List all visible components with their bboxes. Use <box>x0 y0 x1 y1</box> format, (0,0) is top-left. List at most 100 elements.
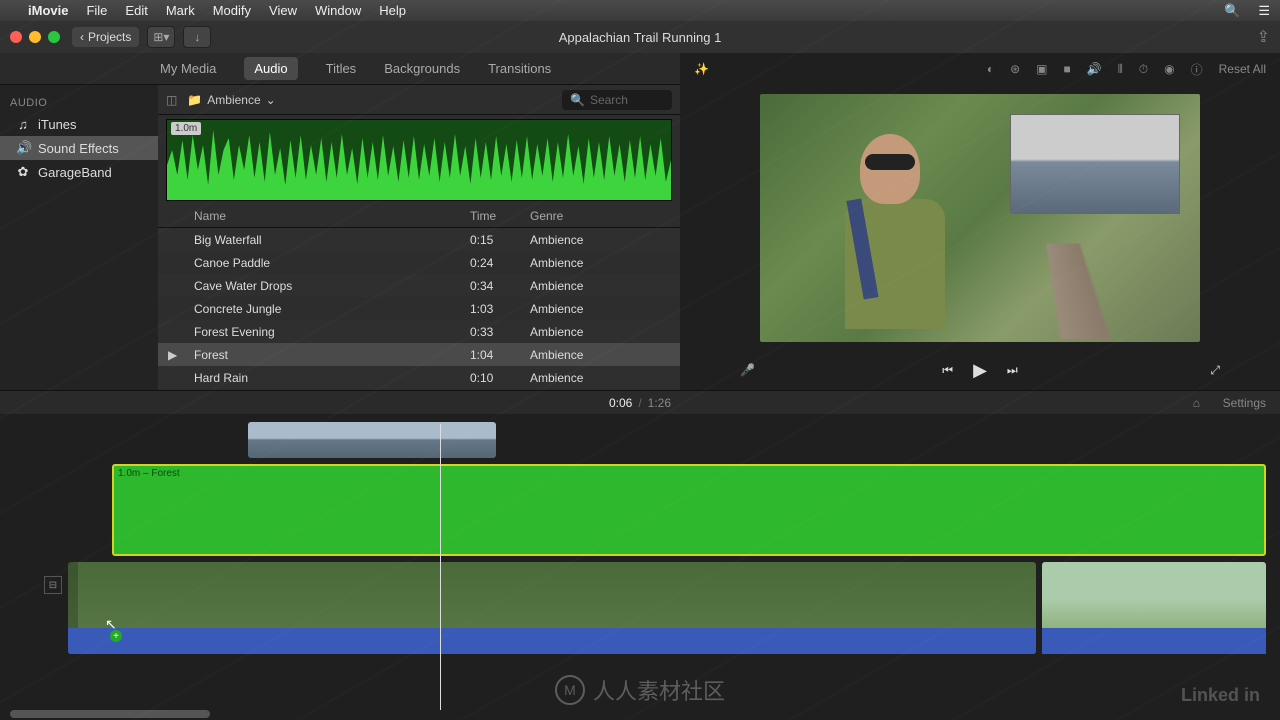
header-genre[interactable]: Genre <box>530 209 650 223</box>
menu-list-icon[interactable]: ☰ <box>1258 3 1270 19</box>
minimize-window-button[interactable] <box>29 31 41 43</box>
play-icon[interactable]: ▶ <box>973 360 987 381</box>
total-time: 1:26 <box>648 396 671 410</box>
table-row[interactable]: Cave Water Drops0:34Ambience <box>158 274 680 297</box>
speed-icon[interactable]: ⏱ <box>1139 62 1148 77</box>
watermark-linkedin: Linked in <box>1181 685 1260 706</box>
viewer-panel: ✨ ◐ ⊛ ▣ ■ 🔊 ⫴ ⏱ ◉ ⓘ Reset All 🎤 ⏮ ▶ ⏭ ⤢ <box>680 53 1280 390</box>
overlay-clip[interactable] <box>248 422 496 458</box>
fullscreen-icon[interactable]: ⤢ <box>1210 363 1220 378</box>
music-note-icon: ♫ <box>16 117 30 132</box>
chevron-left-icon: ‹ <box>80 30 84 44</box>
zoom-indicator-icon[interactable]: ⌂ <box>1193 396 1200 410</box>
info-icon[interactable]: ⓘ <box>1191 61 1203 78</box>
share-icon[interactable]: ⇪ <box>1257 27 1270 47</box>
stabilization-icon[interactable]: ■ <box>1064 62 1071 76</box>
search-icon: 🔍 <box>570 93 585 107</box>
prev-frame-icon[interactable]: ⏮ <box>942 363 953 378</box>
sidebar-item-sound-effects[interactable]: 🔊 Sound Effects <box>0 136 158 160</box>
picture-in-picture-overlay <box>1010 114 1180 214</box>
table-row[interactable]: Forest Evening0:33Ambience <box>158 320 680 343</box>
header-name[interactable]: Name <box>194 209 470 223</box>
import-icon[interactable]: ↓ <box>183 26 211 48</box>
table-row[interactable]: Canoe Paddle0:24Ambience <box>158 251 680 274</box>
menu-edit[interactable]: Edit <box>125 3 147 18</box>
drag-add-indicator: + <box>110 630 122 642</box>
play-indicator-icon[interactable]: ▶ <box>168 348 177 362</box>
search-placeholder: Search <box>590 93 628 107</box>
current-time: 0:06 <box>609 396 632 410</box>
color-balance-icon[interactable]: ◐ <box>987 62 994 76</box>
sidebar-item-label: iTunes <box>38 117 77 132</box>
sidebar-item-itunes[interactable]: ♫ iTunes <box>0 113 158 136</box>
media-tabs: My Media Audio Titles Backgrounds Transi… <box>0 53 680 85</box>
overlay-track <box>248 422 1280 458</box>
tab-my-media[interactable]: My Media <box>160 61 216 76</box>
folder-name: Ambience <box>207 93 260 107</box>
crop-icon[interactable]: ▣ <box>1036 62 1047 76</box>
system-menubar: iMovie File Edit Mark Modify View Window… <box>0 0 1280 21</box>
traffic-lights <box>10 31 60 43</box>
tab-titles[interactable]: Titles <box>326 61 357 76</box>
project-title: Appalachian Trail Running 1 <box>559 30 722 45</box>
next-frame-icon[interactable]: ⏭ <box>1007 363 1018 378</box>
tab-audio[interactable]: Audio <box>244 57 297 80</box>
audio-content: ◫ 📁 Ambience ⌄ 🔍 Search 1.0m <box>158 85 680 390</box>
video-viewer[interactable] <box>680 85 1280 350</box>
menu-window[interactable]: Window <box>315 3 361 18</box>
sidebar-item-label: GarageBand <box>38 165 112 180</box>
app-name[interactable]: iMovie <box>28 3 68 18</box>
sidebar-header: AUDIO <box>0 93 158 113</box>
menu-help[interactable]: Help <box>379 3 406 18</box>
viewer-toolbar: ✨ ◐ ⊛ ▣ ■ 🔊 ⫴ ⏱ ◉ ⓘ Reset All <box>680 53 1280 85</box>
tab-backgrounds[interactable]: Backgrounds <box>384 61 460 76</box>
video-preview <box>760 94 1200 342</box>
header-time[interactable]: Time <box>470 209 530 223</box>
audio-table: Big Waterfall0:15Ambience Canoe Paddle0:… <box>158 228 680 390</box>
table-row[interactable]: Hard Rain0:10Ambience <box>158 366 680 389</box>
speaker-icon: 🔊 <box>16 140 30 156</box>
reset-all-button[interactable]: Reset All <box>1219 62 1266 76</box>
folder-icon: 📁 <box>187 93 202 107</box>
sidebar-item-garageband[interactable]: ✿ GarageBand <box>0 160 158 184</box>
guitar-icon: ✿ <box>16 164 30 180</box>
clip-audio-waveform[interactable] <box>1042 628 1266 654</box>
noise-reduction-icon[interactable]: ⫴ <box>1118 62 1123 77</box>
folder-dropdown[interactable]: 📁 Ambience ⌄ <box>187 93 275 107</box>
spotlight-icon[interactable]: 🔍 <box>1224 3 1240 19</box>
enhance-icon[interactable]: ✨ <box>694 62 709 76</box>
menu-mark[interactable]: Mark <box>166 3 195 18</box>
skimmer-toggle-icon[interactable]: ⊟ <box>44 576 62 594</box>
back-to-projects-button[interactable]: ‹ Projects <box>72 27 139 47</box>
horizontal-scrollbar[interactable] <box>10 710 210 718</box>
audio-clip-forest[interactable]: 1.0m – Forest <box>112 464 1266 556</box>
tab-transitions[interactable]: Transitions <box>488 61 551 76</box>
timeline-settings-button[interactable]: Settings <box>1223 396 1266 410</box>
menu-modify[interactable]: Modify <box>213 3 251 18</box>
playback-controls: 🎤 ⏮ ▶ ⏭ ⤢ <box>680 350 1280 390</box>
media-browser-panel: My Media Audio Titles Backgrounds Transi… <box>0 53 680 390</box>
table-row[interactable]: ▶Forest1:04Ambience <box>158 343 680 366</box>
volume-icon[interactable]: 🔊 <box>1087 62 1102 76</box>
sidebar-toggle-icon[interactable]: ◫ <box>166 93 177 107</box>
clip-filter-icon[interactable]: ◉ <box>1164 62 1174 76</box>
sidebar-item-label: Sound Effects <box>38 141 119 156</box>
zoom-window-button[interactable] <box>48 31 60 43</box>
waveform-preview[interactable]: 1.0m <box>166 119 672 201</box>
voiceover-icon[interactable]: 🎤 <box>740 363 755 377</box>
table-row[interactable]: Concrete Jungle1:03Ambience <box>158 297 680 320</box>
color-correction-icon[interactable]: ⊛ <box>1010 62 1020 76</box>
clip-audio-waveform[interactable] <box>68 628 1036 654</box>
watermark-center: M 人人素材社区 <box>555 674 725 706</box>
table-row[interactable]: Big Waterfall0:15Ambience <box>158 228 680 251</box>
main-video-clip[interactable] <box>68 562 1036 654</box>
menu-file[interactable]: File <box>86 3 107 18</box>
search-input[interactable]: 🔍 Search <box>562 90 672 110</box>
secondary-video-clip[interactable] <box>1042 562 1266 654</box>
playhead[interactable] <box>440 424 441 710</box>
chevron-updown-icon: ⌄ <box>266 93 276 107</box>
table-header: Name Time Genre <box>158 205 680 228</box>
library-view-icon[interactable]: ⊞▾ <box>147 26 175 48</box>
close-window-button[interactable] <box>10 31 22 43</box>
menu-view[interactable]: View <box>269 3 297 18</box>
